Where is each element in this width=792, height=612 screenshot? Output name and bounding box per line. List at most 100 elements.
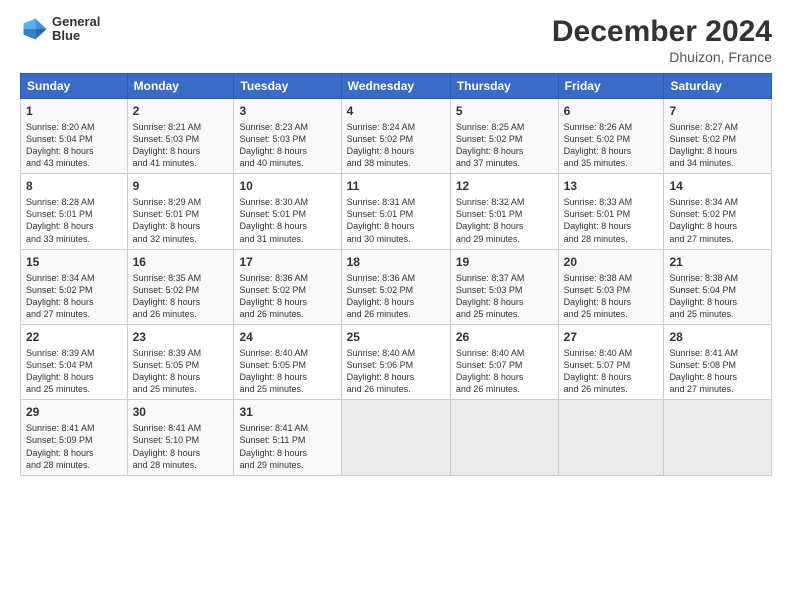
page: General Blue December 2024 Dhuizon, Fran…	[0, 0, 792, 612]
calendar-day-cell: 28Sunrise: 8:41 AM Sunset: 5:08 PM Dayli…	[664, 325, 772, 400]
day-number: 5	[456, 103, 553, 120]
header-row: SundayMondayTuesdayWednesdayThursdayFrid…	[21, 74, 772, 99]
day-number: 26	[456, 329, 553, 346]
day-info: Sunrise: 8:35 AM Sunset: 5:02 PM Dayligh…	[133, 272, 229, 321]
calendar-week-row: 22Sunrise: 8:39 AM Sunset: 5:04 PM Dayli…	[21, 325, 772, 400]
calendar-day-cell: 2Sunrise: 8:21 AM Sunset: 5:03 PM Daylig…	[127, 99, 234, 174]
day-number: 16	[133, 254, 229, 271]
day-number: 9	[133, 178, 229, 195]
calendar-week-row: 29Sunrise: 8:41 AM Sunset: 5:09 PM Dayli…	[21, 400, 772, 475]
calendar-day-cell: 25Sunrise: 8:40 AM Sunset: 5:06 PM Dayli…	[341, 325, 450, 400]
day-number: 2	[133, 103, 229, 120]
day-number: 27	[564, 329, 659, 346]
month-title: December 2024	[552, 15, 772, 49]
day-info: Sunrise: 8:20 AM Sunset: 5:04 PM Dayligh…	[26, 121, 122, 170]
calendar-day-cell: 23Sunrise: 8:39 AM Sunset: 5:05 PM Dayli…	[127, 325, 234, 400]
day-number: 30	[133, 404, 229, 421]
day-number: 13	[564, 178, 659, 195]
day-of-week-header: Wednesday	[341, 74, 450, 99]
day-of-week-header: Saturday	[664, 74, 772, 99]
logo-line2: Blue	[52, 29, 100, 43]
day-number: 20	[564, 254, 659, 271]
day-info: Sunrise: 8:41 AM Sunset: 5:11 PM Dayligh…	[239, 422, 335, 471]
day-info: Sunrise: 8:38 AM Sunset: 5:03 PM Dayligh…	[564, 272, 659, 321]
day-number: 18	[347, 254, 445, 271]
day-info: Sunrise: 8:33 AM Sunset: 5:01 PM Dayligh…	[564, 196, 659, 245]
day-info: Sunrise: 8:26 AM Sunset: 5:02 PM Dayligh…	[564, 121, 659, 170]
calendar-day-cell: 9Sunrise: 8:29 AM Sunset: 5:01 PM Daylig…	[127, 174, 234, 249]
day-info: Sunrise: 8:41 AM Sunset: 5:09 PM Dayligh…	[26, 422, 122, 471]
day-info: Sunrise: 8:29 AM Sunset: 5:01 PM Dayligh…	[133, 196, 229, 245]
day-info: Sunrise: 8:41 AM Sunset: 5:10 PM Dayligh…	[133, 422, 229, 471]
day-info: Sunrise: 8:38 AM Sunset: 5:04 PM Dayligh…	[669, 272, 766, 321]
calendar-day-cell: 17Sunrise: 8:36 AM Sunset: 5:02 PM Dayli…	[234, 249, 341, 324]
calendar-day-cell	[450, 400, 558, 475]
calendar-day-cell: 31Sunrise: 8:41 AM Sunset: 5:11 PM Dayli…	[234, 400, 341, 475]
day-number: 6	[564, 103, 659, 120]
logo-icon	[20, 15, 48, 43]
day-number: 17	[239, 254, 335, 271]
calendar-week-row: 8Sunrise: 8:28 AM Sunset: 5:01 PM Daylig…	[21, 174, 772, 249]
calendar-day-cell: 27Sunrise: 8:40 AM Sunset: 5:07 PM Dayli…	[558, 325, 664, 400]
day-number: 29	[26, 404, 122, 421]
calendar-day-cell: 19Sunrise: 8:37 AM Sunset: 5:03 PM Dayli…	[450, 249, 558, 324]
day-info: Sunrise: 8:36 AM Sunset: 5:02 PM Dayligh…	[347, 272, 445, 321]
day-info: Sunrise: 8:40 AM Sunset: 5:07 PM Dayligh…	[456, 347, 553, 396]
location: Dhuizon, France	[552, 49, 772, 65]
day-info: Sunrise: 8:40 AM Sunset: 5:05 PM Dayligh…	[239, 347, 335, 396]
day-info: Sunrise: 8:40 AM Sunset: 5:07 PM Dayligh…	[564, 347, 659, 396]
day-info: Sunrise: 8:28 AM Sunset: 5:01 PM Dayligh…	[26, 196, 122, 245]
title-section: December 2024 Dhuizon, France	[552, 15, 772, 65]
day-number: 24	[239, 329, 335, 346]
calendar-week-row: 1Sunrise: 8:20 AM Sunset: 5:04 PM Daylig…	[21, 99, 772, 174]
day-number: 28	[669, 329, 766, 346]
calendar-day-cell: 18Sunrise: 8:36 AM Sunset: 5:02 PM Dayli…	[341, 249, 450, 324]
day-number: 11	[347, 178, 445, 195]
calendar-day-cell: 30Sunrise: 8:41 AM Sunset: 5:10 PM Dayli…	[127, 400, 234, 475]
day-info: Sunrise: 8:25 AM Sunset: 5:02 PM Dayligh…	[456, 121, 553, 170]
day-number: 8	[26, 178, 122, 195]
day-of-week-header: Sunday	[21, 74, 128, 99]
day-number: 19	[456, 254, 553, 271]
calendar-table: SundayMondayTuesdayWednesdayThursdayFrid…	[20, 73, 772, 476]
day-number: 1	[26, 103, 122, 120]
calendar-week-row: 15Sunrise: 8:34 AM Sunset: 5:02 PM Dayli…	[21, 249, 772, 324]
calendar-day-cell: 7Sunrise: 8:27 AM Sunset: 5:02 PM Daylig…	[664, 99, 772, 174]
calendar-day-cell: 1Sunrise: 8:20 AM Sunset: 5:04 PM Daylig…	[21, 99, 128, 174]
day-info: Sunrise: 8:39 AM Sunset: 5:04 PM Dayligh…	[26, 347, 122, 396]
logo-line1: General	[52, 15, 100, 29]
day-number: 14	[669, 178, 766, 195]
calendar-day-cell: 10Sunrise: 8:30 AM Sunset: 5:01 PM Dayli…	[234, 174, 341, 249]
calendar-day-cell: 8Sunrise: 8:28 AM Sunset: 5:01 PM Daylig…	[21, 174, 128, 249]
day-info: Sunrise: 8:24 AM Sunset: 5:02 PM Dayligh…	[347, 121, 445, 170]
day-number: 7	[669, 103, 766, 120]
day-number: 15	[26, 254, 122, 271]
day-number: 10	[239, 178, 335, 195]
calendar-day-cell	[664, 400, 772, 475]
day-info: Sunrise: 8:32 AM Sunset: 5:01 PM Dayligh…	[456, 196, 553, 245]
day-info: Sunrise: 8:31 AM Sunset: 5:01 PM Dayligh…	[347, 196, 445, 245]
day-of-week-header: Tuesday	[234, 74, 341, 99]
header: General Blue December 2024 Dhuizon, Fran…	[20, 15, 772, 65]
calendar-day-cell: 4Sunrise: 8:24 AM Sunset: 5:02 PM Daylig…	[341, 99, 450, 174]
day-info: Sunrise: 8:34 AM Sunset: 5:02 PM Dayligh…	[26, 272, 122, 321]
day-number: 31	[239, 404, 335, 421]
calendar-day-cell	[558, 400, 664, 475]
calendar-day-cell: 15Sunrise: 8:34 AM Sunset: 5:02 PM Dayli…	[21, 249, 128, 324]
calendar-day-cell: 11Sunrise: 8:31 AM Sunset: 5:01 PM Dayli…	[341, 174, 450, 249]
calendar-day-cell: 3Sunrise: 8:23 AM Sunset: 5:03 PM Daylig…	[234, 99, 341, 174]
day-info: Sunrise: 8:34 AM Sunset: 5:02 PM Dayligh…	[669, 196, 766, 245]
day-number: 12	[456, 178, 553, 195]
day-info: Sunrise: 8:21 AM Sunset: 5:03 PM Dayligh…	[133, 121, 229, 170]
logo: General Blue	[20, 15, 100, 44]
calendar-day-cell: 14Sunrise: 8:34 AM Sunset: 5:02 PM Dayli…	[664, 174, 772, 249]
calendar-day-cell: 13Sunrise: 8:33 AM Sunset: 5:01 PM Dayli…	[558, 174, 664, 249]
calendar-day-cell: 20Sunrise: 8:38 AM Sunset: 5:03 PM Dayli…	[558, 249, 664, 324]
day-info: Sunrise: 8:40 AM Sunset: 5:06 PM Dayligh…	[347, 347, 445, 396]
day-number: 3	[239, 103, 335, 120]
calendar-day-cell: 5Sunrise: 8:25 AM Sunset: 5:02 PM Daylig…	[450, 99, 558, 174]
day-number: 23	[133, 329, 229, 346]
calendar-day-cell: 12Sunrise: 8:32 AM Sunset: 5:01 PM Dayli…	[450, 174, 558, 249]
day-of-week-header: Thursday	[450, 74, 558, 99]
day-info: Sunrise: 8:36 AM Sunset: 5:02 PM Dayligh…	[239, 272, 335, 321]
